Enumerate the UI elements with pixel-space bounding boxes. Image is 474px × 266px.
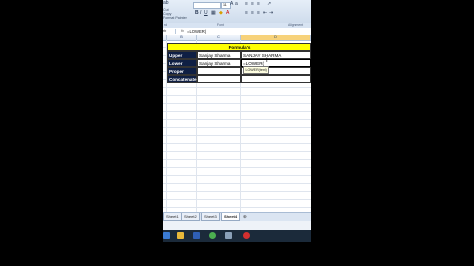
network-icon[interactable] xyxy=(225,232,232,239)
increase-indent-icon[interactable]: ⇥ xyxy=(269,10,273,16)
clipboard-icon[interactable]: ab xyxy=(163,0,169,6)
row-label-lower[interactable]: Lower xyxy=(167,59,197,67)
sheet-tab-2[interactable]: Sheet2 xyxy=(181,213,200,221)
source-cell-lower[interactable]: Sanjay Sharma xyxy=(197,59,241,67)
sheet-tab-4[interactable]: Sheet4 xyxy=(221,213,241,221)
decrease-indent-icon[interactable]: ⇤ xyxy=(263,10,267,16)
function-tooltip: LOWER(text) xyxy=(243,66,270,74)
align-top-icon[interactable]: ≡ xyxy=(245,1,248,7)
chrome-icon[interactable] xyxy=(209,232,216,239)
format-painter-button[interactable]: Format Painter xyxy=(163,16,187,20)
excel-window: ab Cut Copy Format Painter 11 A a B I U … xyxy=(163,0,311,266)
media-icon[interactable] xyxy=(193,232,200,239)
row-label-upper[interactable]: Upper xyxy=(167,51,197,59)
status-area xyxy=(163,221,311,230)
align-bottom-icon[interactable]: ≡ xyxy=(257,1,260,7)
underline-icon[interactable]: U xyxy=(204,10,208,16)
insert-sheet-icon[interactable]: ⊕ xyxy=(243,213,247,220)
taskbar xyxy=(163,230,311,242)
start-icon[interactable] xyxy=(163,232,170,239)
fill-color-icon[interactable]: ◆ xyxy=(219,10,223,16)
align-center-icon[interactable]: ≡ xyxy=(251,10,254,16)
row-label-proper[interactable]: Proper xyxy=(167,67,197,75)
source-cell-proper[interactable] xyxy=(197,67,241,75)
text-cursor-icon: I xyxy=(266,58,268,64)
screen-bottom xyxy=(163,242,311,266)
row-label-concatenate[interactable]: Concatenate xyxy=(167,75,197,83)
sheet-tab-3[interactable]: Sheet3 xyxy=(201,213,220,221)
align-left-icon[interactable]: ≡ xyxy=(245,10,248,16)
decrease-font-icon[interactable]: a xyxy=(235,1,238,7)
result-cell-upper[interactable]: SANJAY SHARMA xyxy=(241,51,311,59)
font-name-select[interactable] xyxy=(193,2,221,9)
source-cell-concatenate[interactable] xyxy=(197,75,241,83)
sheet-tab-1[interactable]: Sheet1 xyxy=(163,213,182,221)
folder-icon[interactable] xyxy=(177,232,184,239)
name-box[interactable]: rb xyxy=(163,29,176,34)
result-cell-concatenate[interactable] xyxy=(241,75,311,83)
orientation-icon[interactable]: ↗ xyxy=(267,1,271,7)
ribbon: ab Cut Copy Format Painter 11 A a B I U … xyxy=(163,0,311,24)
fx-icon[interactable]: fx xyxy=(181,28,184,35)
align-right-icon[interactable]: ≡ xyxy=(257,10,260,16)
formula-input[interactable]: =LOWER( xyxy=(187,28,206,35)
align-middle-icon[interactable]: ≡ xyxy=(251,1,254,7)
italic-icon[interactable]: I xyxy=(200,10,201,16)
font-color-icon[interactable]: A xyxy=(226,10,229,16)
increase-font-icon[interactable]: A xyxy=(230,1,233,7)
source-cell-upper[interactable]: Sanjay Sharma xyxy=(197,51,241,59)
borders-icon[interactable]: ▦ xyxy=(211,10,216,16)
sheet-tabs-bar: Sheet1 Sheet2 Sheet3 Sheet4 ⊕ xyxy=(163,212,311,221)
bold-icon[interactable]: B xyxy=(195,10,199,16)
table-header-cell[interactable]: Formula's xyxy=(167,43,311,51)
record-icon[interactable] xyxy=(243,232,250,239)
